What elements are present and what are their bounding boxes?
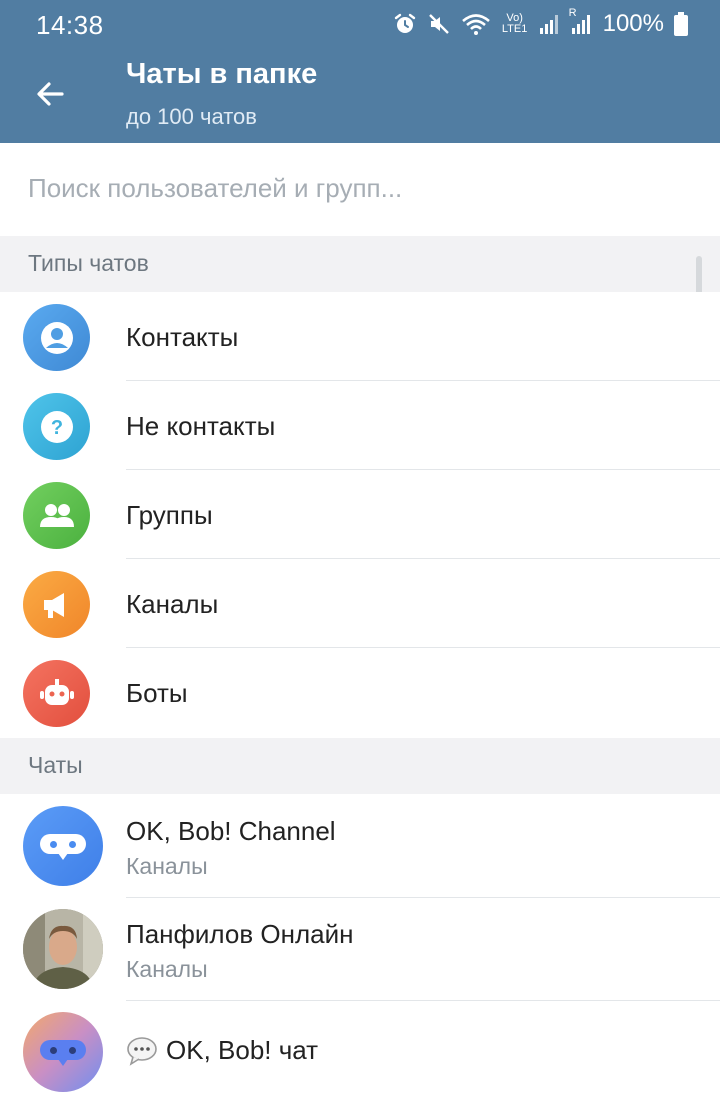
svg-text:?: ? [50, 417, 62, 439]
chat-type-label: Группы [126, 500, 213, 530]
battery-icon [674, 12, 688, 36]
chat-type-label: Каналы [126, 589, 219, 619]
chat-row[interactable]: OK, Bob! Channel Каналы [0, 794, 720, 898]
megaphone-icon [23, 571, 90, 638]
status-time: 14:38 [36, 10, 104, 40]
chat-subtitle: Каналы [126, 956, 208, 982]
chat-type-label: Не контакты [126, 411, 276, 441]
signal-roaming-icon: R [569, 7, 593, 35]
page-subtitle: до 100 чатов [126, 104, 257, 129]
chat-type-contacts[interactable]: Контакты [0, 292, 720, 381]
person-photo [23, 909, 103, 989]
section-header-chats: Чаты [0, 738, 720, 794]
bot-icon [23, 660, 90, 727]
contact-icon [23, 304, 90, 371]
search-input[interactable] [28, 165, 688, 211]
wifi-icon [461, 12, 491, 36]
page-title: Чаты в папке [126, 58, 318, 90]
chat-type-label: Боты [126, 678, 188, 708]
roaming-label: R [568, 7, 577, 19]
chat-type-bots[interactable]: Боты [0, 648, 720, 738]
search-bar [0, 143, 720, 236]
chat-name: OK, Bob! чат [166, 1035, 319, 1065]
section-title: Чаты [28, 752, 83, 778]
mute-icon [427, 12, 451, 36]
bot-logo-icon [23, 1012, 103, 1092]
group-icon [23, 482, 90, 549]
alarm-icon [393, 12, 417, 36]
chat-type-groups[interactable]: Группы [0, 470, 720, 559]
chat-name: Панфилов Онлайн [126, 919, 354, 949]
status-bar: 14:38 Vo) LTE1 R 100% [0, 0, 720, 50]
arrow-left-icon [37, 82, 64, 106]
chat-name: OK, Bob! Channel [126, 816, 336, 846]
battery-percent: 100% [602, 10, 664, 37]
signal-icon [539, 13, 561, 35]
lte-label: Vo) LTE1 [501, 12, 528, 35]
section-title: Типы чатов [28, 250, 149, 276]
chat-name-wrapper: OK, Bob! чат [126, 1035, 318, 1066]
bot-logo-icon [23, 806, 103, 886]
chat-type-non-contacts[interactable]: ? Не контакты [0, 381, 720, 470]
chat-row[interactable]: Панфилов Онлайн Каналы [0, 898, 720, 1001]
chat-type-channels[interactable]: Каналы [0, 559, 720, 648]
app-bar: Чаты в папке до 100 чатов [0, 50, 720, 143]
chat-type-label: Контакты [126, 322, 239, 352]
question-icon: ? [23, 393, 90, 460]
chat-row[interactable]: OK, Bob! чат [0, 1001, 720, 1100]
section-header-chat-types: Типы чатов [0, 236, 720, 292]
chat-subtitle: Каналы [126, 853, 208, 879]
status-icons: Vo) LTE1 R 100% [393, 7, 688, 38]
speech-bubble-icon [127, 1036, 157, 1066]
back-button[interactable] [26, 70, 74, 118]
